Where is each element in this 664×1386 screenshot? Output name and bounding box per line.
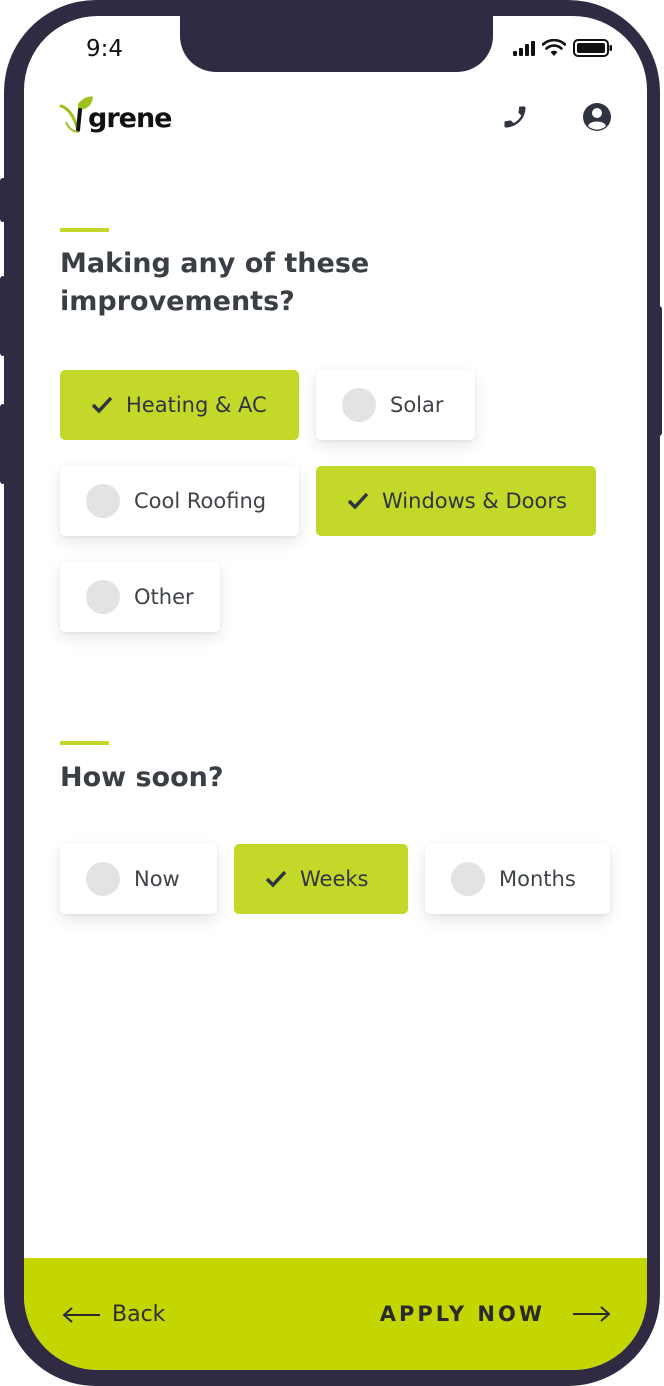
volume-up-button bbox=[0, 276, 6, 356]
option-label: Weeks bbox=[300, 867, 369, 891]
check-icon bbox=[91, 396, 113, 414]
screen: 9:4 grene Making any of these improvemen… bbox=[24, 16, 647, 1370]
arrow-right-icon bbox=[573, 1306, 611, 1322]
improvements-question: Making any of these improvements? bbox=[60, 245, 369, 321]
section-accent-improvements bbox=[60, 228, 109, 232]
radio-unchecked-icon bbox=[86, 862, 120, 896]
option-label: Cool Roofing bbox=[134, 489, 267, 513]
option-label: Heating & AC bbox=[126, 393, 267, 417]
option-label: Solar bbox=[390, 393, 444, 417]
account-icon[interactable] bbox=[580, 100, 614, 134]
phone-icon[interactable] bbox=[498, 100, 532, 134]
status-icons bbox=[513, 38, 613, 58]
logo-text: grene bbox=[88, 103, 172, 134]
back-button[interactable]: Back bbox=[62, 1302, 165, 1327]
option-windows-doors[interactable]: Windows & Doors bbox=[316, 466, 596, 536]
radio-unchecked-icon bbox=[86, 484, 120, 518]
phone-frame: 9:4 grene Making any of these improvemen… bbox=[0, 0, 662, 1386]
option-label: Months bbox=[499, 867, 576, 891]
option-now[interactable]: Now bbox=[60, 844, 217, 914]
section-accent-timing bbox=[60, 741, 109, 745]
option-weeks[interactable]: Weeks bbox=[234, 844, 408, 914]
check-icon bbox=[265, 870, 287, 888]
option-label: Windows & Doors bbox=[382, 489, 567, 513]
brand-logo: grene bbox=[58, 94, 172, 134]
option-months[interactable]: Months bbox=[425, 844, 610, 914]
option-label: Now bbox=[134, 867, 180, 891]
mute-switch bbox=[0, 178, 6, 222]
notch bbox=[180, 16, 493, 72]
option-label: Other bbox=[134, 585, 194, 609]
power-button bbox=[656, 306, 662, 436]
radio-unchecked-icon bbox=[86, 580, 120, 614]
footer-bar: Back APPLY NOW bbox=[24, 1258, 647, 1370]
option-other[interactable]: Other bbox=[60, 562, 220, 632]
signal-icon bbox=[513, 40, 535, 56]
apply-label: APPLY NOW bbox=[379, 1302, 545, 1326]
battery-icon bbox=[573, 39, 612, 57]
option-cool-roofing[interactable]: Cool Roofing bbox=[60, 466, 299, 536]
arrow-left-icon bbox=[62, 1306, 100, 1323]
apply-now-button[interactable]: APPLY NOW bbox=[380, 1302, 611, 1326]
question-line-2: improvements? bbox=[60, 286, 295, 317]
status-time: 9:4 bbox=[86, 36, 124, 62]
question-line-1: Making any of these bbox=[60, 248, 370, 279]
wifi-icon bbox=[542, 39, 566, 56]
option-heating-ac[interactable]: Heating & AC bbox=[60, 370, 299, 440]
option-solar[interactable]: Solar bbox=[316, 370, 475, 440]
back-label: Back bbox=[112, 1302, 166, 1327]
timing-question: How soon? bbox=[60, 762, 224, 793]
volume-down-button bbox=[0, 404, 6, 484]
radio-unchecked-icon bbox=[451, 862, 485, 896]
check-icon bbox=[347, 492, 369, 510]
radio-unchecked-icon bbox=[342, 388, 376, 422]
